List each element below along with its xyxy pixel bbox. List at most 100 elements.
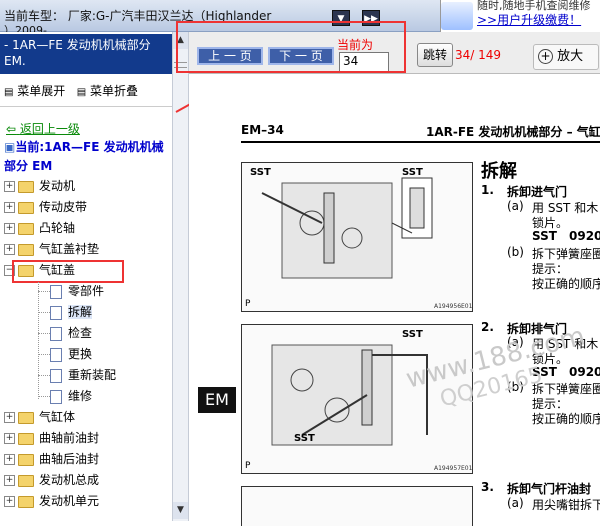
- figure-label-sst: SST: [402, 167, 423, 178]
- tree-item-label: 重新装配: [68, 368, 117, 382]
- section-title: 拆解: [481, 161, 517, 182]
- expand-icon: +: [4, 454, 15, 465]
- jump-button[interactable]: 跳转: [417, 43, 453, 67]
- page-icon: [50, 284, 62, 299]
- document-title: - 1AR—FE 发动机机械部分 EM.: [0, 34, 172, 74]
- tree-child-replacement[interactable]: 更换: [38, 344, 92, 365]
- figure-p-label: P: [245, 461, 251, 471]
- highlight-box: [176, 21, 406, 73]
- tree-item-engine-unit[interactable]: + 发动机单元: [4, 491, 99, 512]
- document-view[interactable]: EM–34 1AR-FE 发动机机械部分 – 气缸 SST SST P A194…: [189, 75, 600, 526]
- sst-code: 0920: [569, 229, 600, 243]
- current-location-label: 当前:1AR—FE 发动机机械部分 EM: [4, 140, 164, 173]
- expand-menu-label: 菜单展开: [17, 84, 66, 98]
- expand-icon: +: [4, 181, 15, 192]
- left-panel: - 1AR—FE 发动机机械部分 EM. ▤ 菜单展开 ▤ 菜单折叠 ⇦ 返回上…: [0, 32, 172, 521]
- step-number: 2.: [481, 320, 494, 334]
- tree-item-label: 拆解: [68, 305, 93, 319]
- tree-item-label: 检查: [68, 326, 93, 340]
- tree-item-label: 凸轮轴: [39, 221, 76, 235]
- zoom-in-button[interactable]: + 放大: [533, 44, 599, 70]
- highlight-box: [12, 260, 124, 283]
- collapse-menu-button[interactable]: ▤ 菜单折叠: [77, 84, 138, 98]
- page-count: 34/ 149: [455, 48, 502, 62]
- tree-item-label: 发动机: [39, 179, 76, 193]
- folder-icon: [18, 201, 34, 214]
- expand-icon: +: [4, 223, 15, 234]
- step-text: 用尖嘴钳拆下: [532, 498, 600, 512]
- figure-label-sst: SST: [402, 329, 423, 340]
- folder-icon: [18, 495, 34, 508]
- menu-icon: ▤: [76, 87, 87, 98]
- tree-item-label: 发动机总成: [39, 473, 100, 487]
- tree-child-parts[interactable]: 零部件: [38, 281, 104, 302]
- expand-icon: +: [4, 244, 15, 255]
- tree-child-disassembly[interactable]: 拆解: [38, 302, 93, 323]
- step-title: 拆卸气门杆油封: [507, 482, 592, 496]
- menu-controls: ▤ 菜单展开 ▤ 菜单折叠: [4, 82, 138, 99]
- page-icon: [50, 347, 62, 362]
- collapse-menu-label: 菜单折叠: [90, 84, 139, 98]
- tree-item-label: 传动皮带: [39, 200, 88, 214]
- back-link-label: 返回上一级: [19, 122, 80, 136]
- page-code: EM–34: [241, 123, 284, 137]
- step-number: 3.: [481, 480, 494, 494]
- tree-item-cylinder-block[interactable]: + 气缸体: [4, 407, 75, 428]
- page-icon: [50, 305, 62, 320]
- figure-id: A194956E01: [434, 303, 473, 310]
- tree-item-head-gasket[interactable]: + 气缸盖衬垫: [4, 239, 99, 260]
- expand-icon: +: [4, 433, 15, 444]
- expand-icon: +: [4, 202, 15, 213]
- folder-icon: [18, 243, 34, 256]
- tree-child-reassembly[interactable]: 重新装配: [38, 365, 116, 386]
- scroll-down-icon[interactable]: ▼: [173, 502, 188, 519]
- expand-menu-button[interactable]: ▤ 菜单展开: [4, 84, 65, 98]
- tree-child-inspection[interactable]: 检查: [38, 323, 92, 344]
- current-location: ▣当前:1AR—FE 发动机机械部分 EM: [4, 138, 172, 176]
- tree-item-label: 气缸盖衬垫: [39, 242, 100, 256]
- sst-label: SST: [532, 229, 557, 243]
- figure-p-label: P: [245, 299, 251, 309]
- folder-icon: [18, 411, 34, 424]
- tree-item-label: 气缸体: [39, 410, 76, 424]
- tree-child-repair[interactable]: 维修: [38, 386, 92, 407]
- expand-icon: +: [4, 412, 15, 423]
- tree-item-front-oil-seal[interactable]: + 曲轴前油封: [4, 428, 99, 449]
- upgrade-link[interactable]: >>用户升级缴费！: [477, 11, 581, 28]
- step-title: 拆卸进气门: [507, 185, 568, 199]
- header-rule: [241, 141, 600, 143]
- step-label: (a): [507, 199, 524, 213]
- back-link[interactable]: ⇦ 返回上一级: [6, 120, 80, 137]
- page-icon: [50, 368, 62, 383]
- ad-banner[interactable]: 随时,随地手机查阅维修 >>用户升级缴费！: [440, 0, 600, 32]
- tree-item-drive-belt[interactable]: + 传动皮带: [4, 197, 87, 218]
- tree-item-engine[interactable]: + 发动机: [4, 176, 75, 197]
- folder-icon: [18, 474, 34, 487]
- engine-illustration: [271, 344, 428, 446]
- tree-item-rear-oil-seal[interactable]: + 曲轴后油封: [4, 449, 99, 470]
- back-arrow-icon: ⇦: [6, 122, 17, 136]
- engine-illustration: [261, 177, 433, 279]
- zoom-icon: +: [538, 49, 553, 64]
- page-icon: [50, 389, 62, 404]
- tree-item-label: 更换: [68, 347, 93, 361]
- folder-icon: [18, 180, 34, 193]
- step-number: 1.: [481, 183, 494, 197]
- figure-label-sst: SST: [294, 433, 315, 444]
- tree-item-label: 曲轴前油封: [39, 431, 100, 445]
- tree-item-engine-assembly[interactable]: + 发动机总成: [4, 470, 99, 491]
- book-icon: ▣: [4, 140, 16, 154]
- tree-item-label: 零部件: [68, 284, 105, 298]
- page-header-title: 1AR-FE 发动机机械部分 – 气缸: [426, 125, 600, 139]
- tree-item-label: 曲轴后油封: [39, 452, 100, 466]
- folder-icon: [18, 222, 34, 235]
- expand-icon: +: [4, 496, 15, 507]
- figure-remove-valve-seal: [241, 486, 473, 526]
- expand-icon: +: [4, 475, 15, 486]
- tree-item-label: 维修: [68, 389, 93, 403]
- divider: [0, 106, 172, 107]
- tree-item-camshaft[interactable]: + 凸轮轴: [4, 218, 75, 239]
- figure-label-sst: SST: [250, 167, 271, 178]
- ad-logo-icon: [441, 2, 473, 30]
- sst-code: 0920: [569, 365, 600, 379]
